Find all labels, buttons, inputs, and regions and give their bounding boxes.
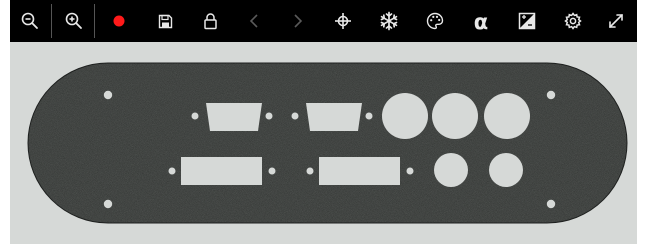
zoom-out-icon bbox=[21, 12, 38, 29]
image-viewer[interactable] bbox=[10, 42, 637, 244]
palette-icon bbox=[426, 12, 444, 30]
alpha-button[interactable]: α bbox=[458, 0, 504, 42]
crosshair-icon bbox=[335, 13, 351, 29]
lock-icon bbox=[203, 12, 217, 29]
connector-panel-image bbox=[10, 42, 637, 244]
toolbar-separator bbox=[94, 4, 95, 38]
alpha-icon: α bbox=[473, 9, 489, 34]
chevron-right-icon bbox=[294, 14, 303, 28]
next-button[interactable] bbox=[276, 0, 320, 42]
record-button[interactable] bbox=[96, 0, 142, 42]
floppy-disk-icon bbox=[158, 14, 172, 28]
snowflake-icon bbox=[380, 11, 398, 31]
chevron-left-icon bbox=[249, 14, 258, 28]
previous-button[interactable] bbox=[232, 0, 276, 42]
gear-icon bbox=[564, 12, 582, 30]
expand-icon bbox=[609, 14, 623, 28]
zoom-out-button[interactable] bbox=[10, 0, 50, 42]
zoom-in-button[interactable] bbox=[52, 0, 96, 42]
zoom-in-icon bbox=[65, 12, 82, 29]
app-frame: α bbox=[10, 0, 637, 244]
palette-button[interactable] bbox=[412, 0, 458, 42]
contrast-button[interactable] bbox=[504, 0, 550, 42]
crosshair-button[interactable] bbox=[320, 0, 366, 42]
record-dot-icon bbox=[113, 15, 125, 27]
contrast-icon bbox=[518, 12, 536, 30]
save-button[interactable] bbox=[142, 0, 188, 42]
fullscreen-button[interactable] bbox=[596, 0, 636, 42]
snowflake-button[interactable] bbox=[366, 0, 412, 42]
lock-button[interactable] bbox=[188, 0, 232, 42]
settings-button[interactable] bbox=[550, 0, 596, 42]
toolbar: α bbox=[10, 0, 637, 42]
